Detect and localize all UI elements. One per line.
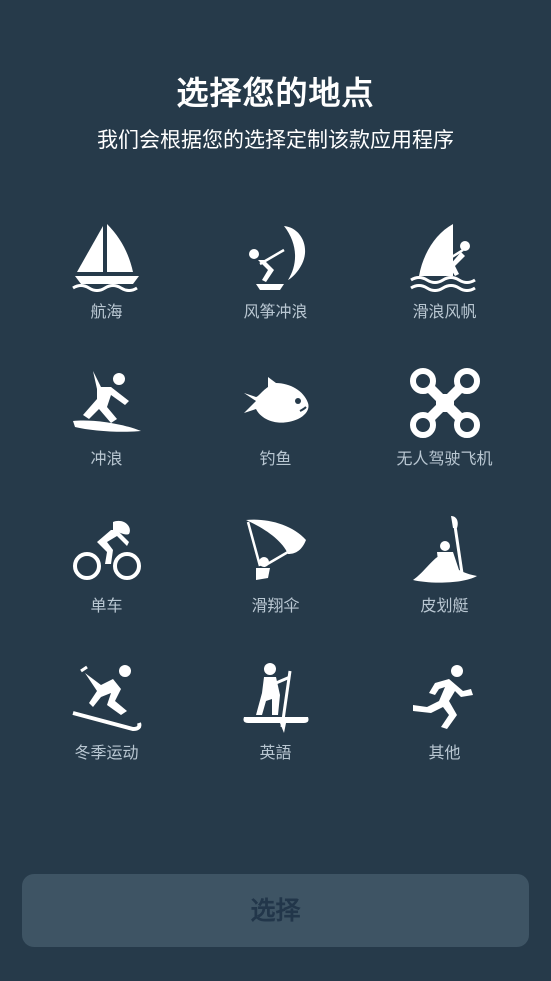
activity-drone[interactable]: 无人驾驶飞机 xyxy=(360,367,529,514)
activity-label: 滑浪风帆 xyxy=(412,302,477,321)
activity-kitesurfing[interactable]: 风筝冲浪 xyxy=(191,220,360,367)
running-icon xyxy=(412,665,473,729)
cycling-icon xyxy=(72,520,141,580)
page-subtitle: 我们会根据您的选择定制该款应用程序 xyxy=(97,128,454,152)
surfing-icon xyxy=(72,371,141,432)
activity-paragliding[interactable]: 滑翔伞 xyxy=(191,514,360,661)
activity-label: 航海 xyxy=(90,302,123,321)
activity-label: 滑翔伞 xyxy=(251,596,300,615)
activity-sailing[interactable]: 航海 xyxy=(22,220,191,367)
activity-grid: 航海 风筝冲浪 滑浪风帆 冲浪 钓鱼 无人驾驶飞机 单车 滑翔伞 皮划艇 冬季运… xyxy=(22,220,529,808)
activity-label: 英語 xyxy=(259,743,292,762)
activity-label: 皮划艇 xyxy=(420,596,469,615)
activity-label: 单车 xyxy=(90,596,123,615)
drone-icon xyxy=(409,368,480,438)
activity-surfing[interactable]: 冲浪 xyxy=(22,367,191,514)
activity-kayaking[interactable]: 皮划艇 xyxy=(360,514,529,661)
paragliding-icon xyxy=(245,519,306,580)
activity-fishing[interactable]: 钓鱼 xyxy=(191,367,360,514)
activity-label: 其他 xyxy=(428,743,461,762)
activity-paddleboard[interactable]: 英語 xyxy=(191,661,360,808)
activity-label: 冬季运动 xyxy=(74,743,139,762)
activity-windsurfing[interactable]: 滑浪风帆 xyxy=(360,220,529,367)
paddleboard-icon xyxy=(243,663,308,733)
activity-label: 冲浪 xyxy=(90,449,123,468)
activity-winter-sports[interactable]: 冬季运动 xyxy=(22,661,191,808)
fish-icon xyxy=(243,377,309,423)
activity-label: 钓鱼 xyxy=(259,449,292,468)
activity-cycling[interactable]: 单车 xyxy=(22,514,191,661)
kayaking-icon xyxy=(412,516,477,583)
activity-label: 无人驾驶飞机 xyxy=(396,449,493,468)
page-title: 选择您的地点 xyxy=(176,74,375,112)
select-button[interactable]: 选择 xyxy=(22,874,529,947)
location-picker-screen: 选择您的地点 我们会根据您的选择定制该款应用程序 航海 风筝冲浪 滑浪风帆 冲浪… xyxy=(0,0,551,981)
skiing-icon xyxy=(71,665,141,732)
kitesurfing-icon xyxy=(248,226,305,290)
sailboat-icon xyxy=(71,224,139,292)
windsurfing-icon xyxy=(409,224,476,292)
activity-label: 风筝冲浪 xyxy=(243,302,308,321)
activity-other[interactable]: 其他 xyxy=(360,661,529,808)
